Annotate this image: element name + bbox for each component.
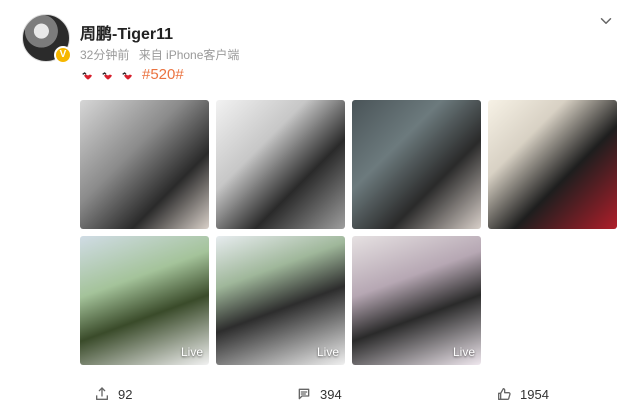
username[interactable]: 周鹏-Tiger11 [80,20,173,44]
comment-count: 394 [320,386,342,402]
post-time: 32分钟前 [80,48,130,62]
kiss-emoji-icon [82,71,92,80]
chevron-down-icon[interactable] [597,12,615,30]
photo-label: Live [452,345,475,359]
like-button[interactable]: 1954 [496,386,549,402]
photo-label: Live [316,345,339,359]
comment-button[interactable]: 394 [296,386,342,402]
verified-badge: V [54,46,72,64]
photo-grid: Live Live Live [80,100,620,370]
photo[interactable] [352,100,481,229]
photo[interactable]: Live [352,236,481,365]
post-text: #520# [80,66,184,83]
post-source: 来自 iPhone客户端 [138,48,240,62]
like-count: 1954 [520,386,549,402]
photo[interactable] [488,100,617,229]
kiss-emoji-icon [102,71,112,80]
photo-label: Live [180,345,203,359]
share-count: 92 [118,386,133,402]
comment-icon [298,388,310,400]
share-icon [96,387,108,400]
photo[interactable]: Live [216,236,345,365]
share-button[interactable]: 92 [94,386,132,402]
photo[interactable] [216,100,345,229]
hashtag-link[interactable]: #520# [142,66,184,83]
photo[interactable] [80,100,209,229]
thumbs-up-icon [498,388,511,400]
kiss-emoji-icon [122,71,132,80]
photo[interactable]: Live [80,236,209,365]
post-meta: 32分钟前 来自 iPhone客户端 [80,46,245,63]
post-actions: 92 394 1954 [0,386,637,406]
